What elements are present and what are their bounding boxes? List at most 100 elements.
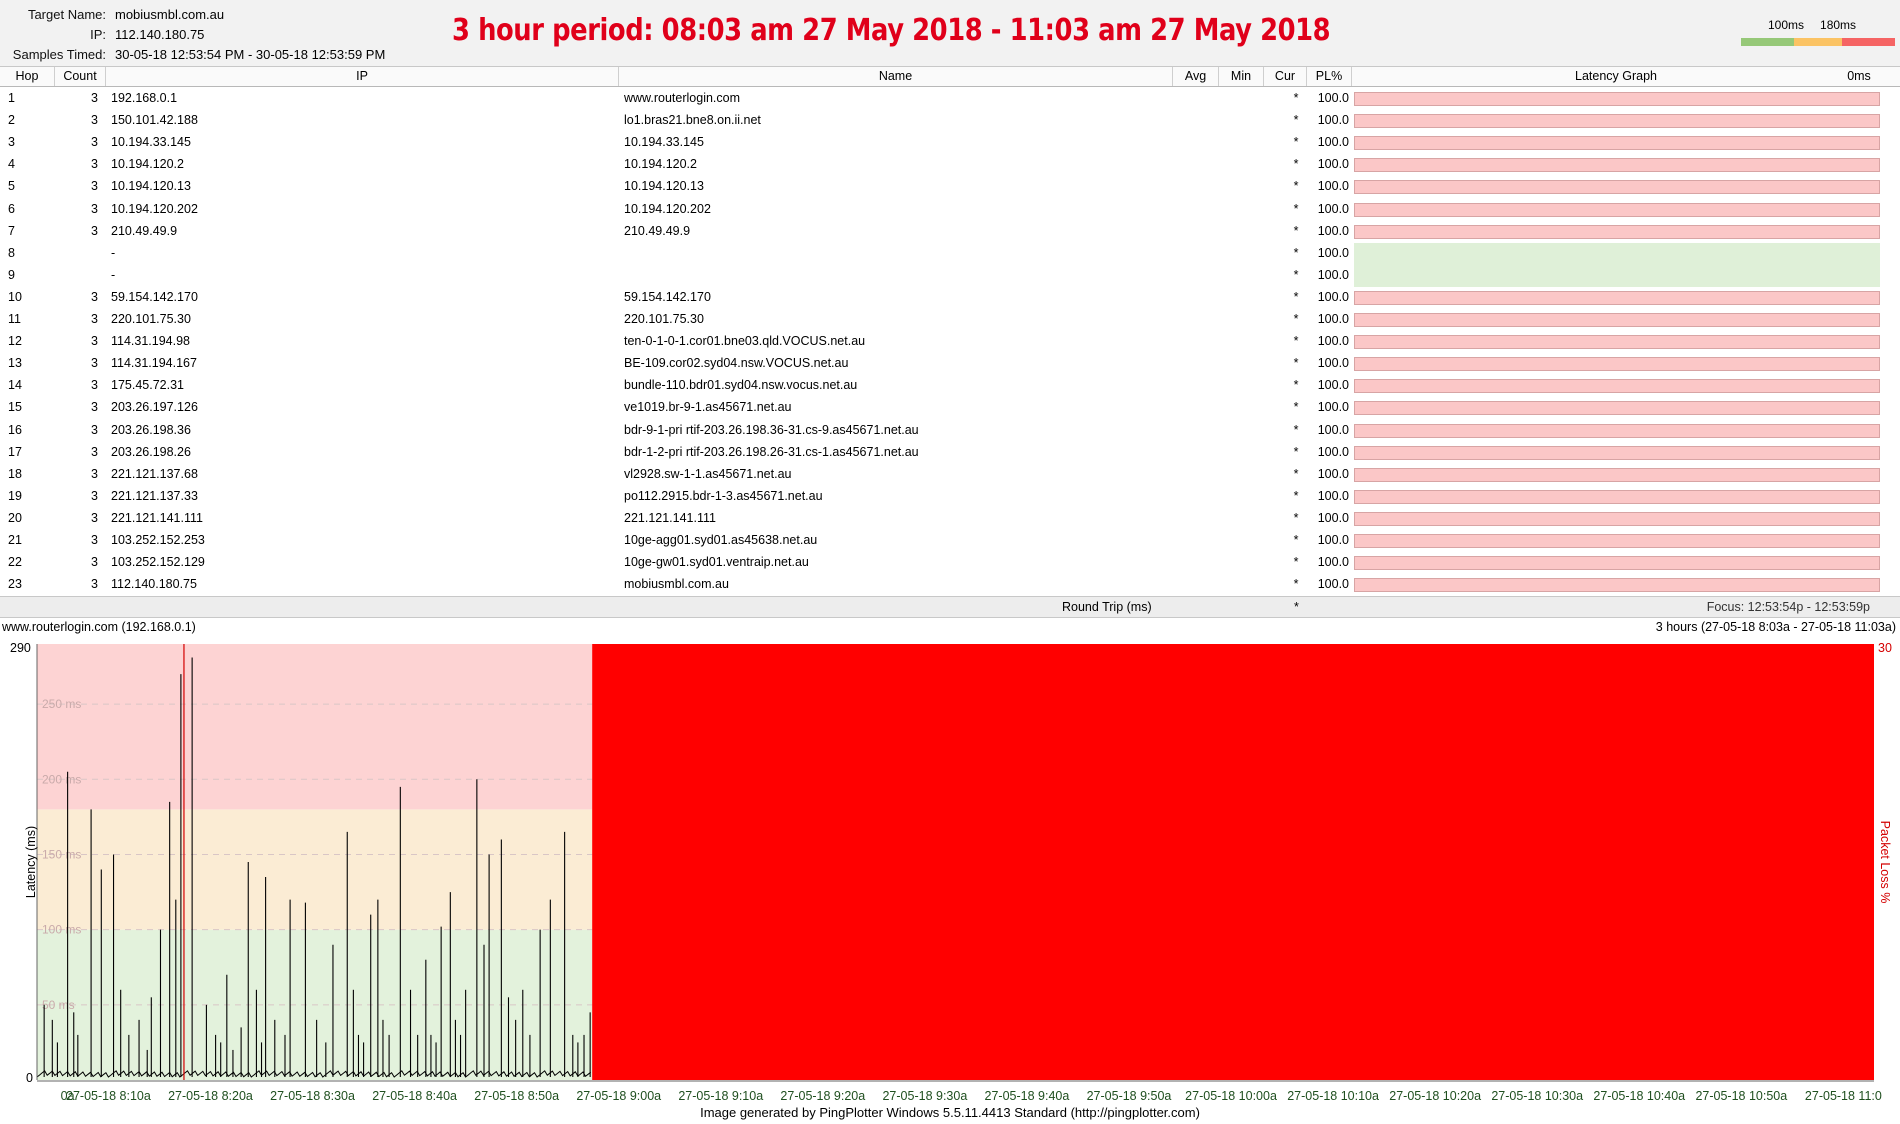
hop-row[interactable]: 13 3 114.31.194.167 BE-109.cor02.syd04.nsw.… [0, 353, 1900, 375]
hop-latency-graph [1354, 487, 1880, 506]
hop-row[interactable]: 20 3 221.121.141.111 221.121.141.111 * 100.0 [0, 508, 1900, 530]
hop-packet-loss: 100.0 [1317, 555, 1349, 570]
hop-row[interactable]: 14 3 175.45.72.31 bundle-110.bdr01.syd04.ns… [0, 375, 1900, 397]
hop-row[interactable]: 3 3 10.194.33.145 10.194.33.145 * 100.0 [0, 132, 1900, 154]
hop-row[interactable]: 19 3 221.121.137.33 po112.2915.bdr-1-3.as45… [0, 486, 1900, 508]
packet-loss-bar [1354, 158, 1880, 173]
y-axis-max-label: 290 [10, 641, 31, 655]
round-trip-cur: * [1294, 600, 1299, 614]
x-tick-label: 27-05-18 10:40a [1593, 1089, 1685, 1103]
hop-latency-graph [1354, 242, 1880, 265]
hop-ip: 103.252.152.129 [111, 555, 205, 570]
hop-packet-loss: 100.0 [1317, 223, 1349, 238]
x-tick-label: 27-05-18 9:10a [678, 1089, 763, 1103]
hop-row[interactable]: 23 3 112.140.180.75 mobiusmbl.com.au * 100.0 [0, 574, 1900, 596]
col-graph-scale: 0ms [1847, 69, 1871, 83]
hop-row[interactable]: 11 3 220.101.75.30 220.101.75.30 * 100.0 [0, 309, 1900, 331]
hop-packet-loss: 100.0 [1317, 356, 1349, 371]
hop-row[interactable]: 10 3 59.154.142.170 59.154.142.170 * 100.0 [0, 287, 1900, 309]
hop-row[interactable]: 2 3 150.101.42.188 lo1.bras21.bne8.on.ii.ne… [0, 110, 1900, 132]
gridline-label: 200 ms [42, 772, 81, 786]
hop-latency-graph [1354, 288, 1880, 307]
col-hop[interactable]: Hop [0, 67, 55, 86]
hop-row[interactable]: 15 3 203.26.197.126 ve1019.br-9-1.as45671.n… [0, 397, 1900, 419]
gridline-label: 150 ms [42, 847, 81, 861]
hop-row[interactable]: 17 3 203.26.198.26 bdr-1-2-pri rtif-203.26.… [0, 442, 1900, 464]
hop-packet-loss: 100.0 [1317, 334, 1349, 349]
hop-row[interactable]: 12 3 114.31.194.98 ten-0-1-0-1.cor01.bne03.… [0, 331, 1900, 353]
hop-name: www.routerlogin.com [624, 91, 741, 105]
col-count[interactable]: Count [55, 67, 106, 86]
packet-loss-bar [1354, 423, 1880, 438]
hop-latency-graph [1354, 200, 1880, 219]
packet-loss-bar [1354, 313, 1880, 327]
hop-latency-graph [1354, 465, 1880, 484]
hop-packet-loss: 100.0 [1317, 422, 1349, 437]
hop-cur: * [1293, 466, 1299, 481]
hop-number: 8 [8, 245, 15, 260]
latency-legend-bar [1741, 38, 1895, 46]
hop-ip: 192.168.0.1 [111, 91, 178, 105]
latency-chart[interactable]: 250 ms 200 ms 150 ms 100 ms 50 ms 290 0 30 Late… [0, 632, 1900, 1105]
hop-cur: * [1293, 91, 1299, 105]
hop-count: 3 [91, 91, 98, 105]
packet-loss-bar [1354, 335, 1880, 350]
x-tick-label: 27-05-18 8:20a [168, 1089, 253, 1103]
hop-count: 3 [91, 555, 98, 570]
hop-row[interactable]: 9 - * 100.0 [0, 264, 1900, 287]
hop-cur: * [1293, 245, 1299, 260]
hop-ip: 112.140.180.75 [111, 577, 197, 592]
packet-loss-bar [1354, 556, 1880, 571]
latency-legend-labels: 100ms 180ms [1768, 18, 1856, 32]
col-min[interactable]: Min [1219, 67, 1264, 86]
col-name[interactable]: Name [619, 67, 1173, 86]
col-pl[interactable]: PL% [1307, 67, 1352, 86]
hop-count: 3 [91, 510, 98, 525]
hop-latency-graph [1354, 332, 1880, 351]
hop-ip: 175.45.72.31 [111, 378, 184, 393]
hop-row[interactable]: 22 3 103.252.152.129 10ge-gw01.syd01.ventra… [0, 552, 1900, 574]
packet-loss-bar [1354, 578, 1880, 593]
focus-label: Focus: 12:53:54p - 12:53:59p [1706, 600, 1870, 614]
col-avg[interactable]: Avg [1173, 67, 1219, 86]
hop-cur: * [1293, 555, 1299, 570]
hop-row[interactable]: 6 3 10.194.120.202 10.194.120.202 * 100.0 [0, 199, 1900, 221]
hop-number: 7 [8, 223, 15, 238]
hop-name: 210.49.49.9 [624, 223, 691, 238]
hop-number: 12 [8, 334, 22, 349]
hop-name: 10.194.120.2 [624, 157, 697, 172]
legend-green-segment [1741, 38, 1794, 46]
hop-count: 3 [91, 157, 98, 172]
hop-row[interactable]: 4 3 10.194.120.2 10.194.120.2 * 100.0 [0, 154, 1900, 176]
hop-number: 6 [8, 201, 15, 216]
hop-latency-graph [1354, 531, 1880, 550]
hop-row[interactable]: 18 3 221.121.137.68 vl2928.sw-1-1.as45671.n… [0, 464, 1900, 486]
hop-row[interactable]: 21 3 103.252.152.253 10ge-agg01.syd01.as456… [0, 530, 1900, 552]
zone-bad [37, 644, 593, 810]
hop-ip: 203.26.198.36 [111, 422, 191, 437]
hop-latency-graph [1354, 155, 1880, 174]
period-title: 3 hour period: 08:03 am 27 May 2018 - 11… [452, 13, 1331, 48]
hop-name: vl2928.sw-1-1.as45671.net.au [624, 466, 792, 481]
hop-name: 221.121.141.111 [624, 510, 716, 525]
hop-row[interactable]: 8 - * 100.0 [0, 242, 1900, 265]
packet-loss-fill [592, 644, 1874, 1080]
hop-row[interactable]: 5 3 10.194.120.13 10.194.120.13 * 100.0 [0, 176, 1900, 198]
target-name-value: mobiusmbl.com.au [115, 7, 225, 22]
hop-row[interactable]: 7 3 210.49.49.9 210.49.49.9 * 100.0 [0, 221, 1900, 243]
hop-row[interactable]: 16 3 203.26.198.36 bdr-9-1-pri rtif-203.26.… [0, 420, 1900, 442]
hop-packet-loss: 100.0 [1317, 400, 1349, 415]
hop-cur: * [1293, 444, 1299, 459]
hop-row[interactable]: 1 3 192.168.0.1 www.routerlogin.com * 100.0 [0, 88, 1900, 110]
hop-count: 3 [91, 289, 98, 304]
x-tick-label: 27-05-18 9:30a [882, 1089, 967, 1103]
hop-latency-graph [1354, 89, 1880, 108]
hop-packet-loss: 100.0 [1317, 135, 1349, 150]
col-ip[interactable]: IP [106, 67, 619, 86]
hop-count: 3 [91, 223, 98, 238]
col-cur[interactable]: Cur [1264, 67, 1307, 86]
col-latency-graph[interactable]: Latency Graph [1352, 67, 1880, 86]
legend-red-segment [1842, 38, 1895, 46]
x-tick-label: 27-05-18 10:00a [1185, 1089, 1277, 1103]
y2-axis-max-label: 30 [1878, 641, 1892, 655]
